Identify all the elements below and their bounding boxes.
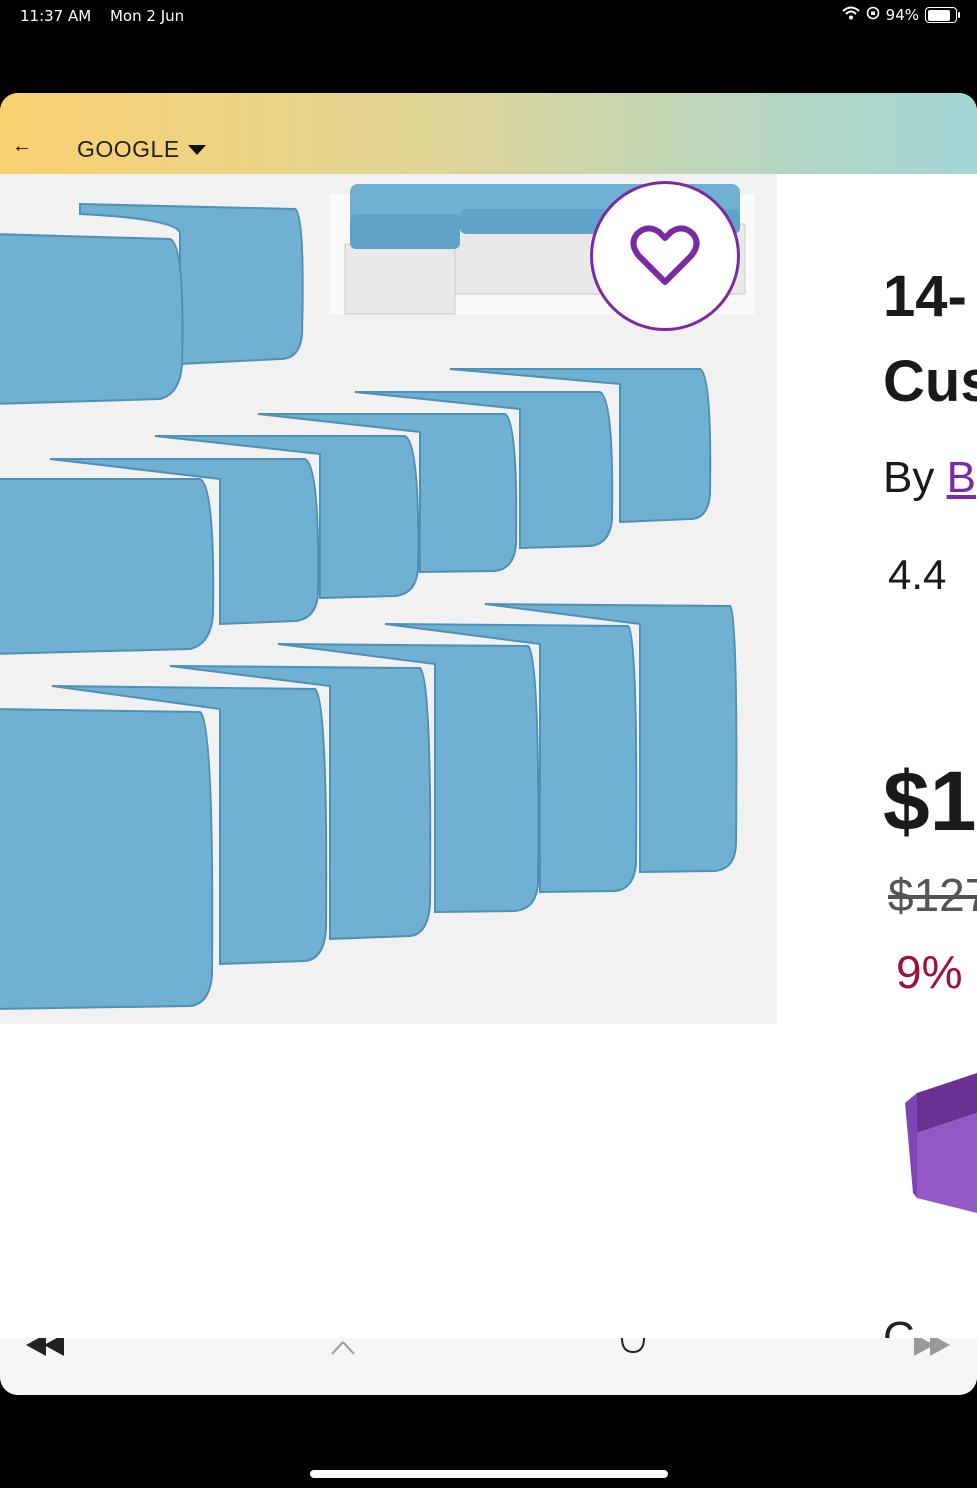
price: $1: [883, 754, 977, 848]
status-indicators: 94%: [841, 6, 960, 24]
app-window: ← GOOGLE 14- Cus By B 4.4 $1 $12 9%: [0, 93, 977, 1395]
brand-link[interactable]: B: [947, 453, 976, 502]
close-icon[interactable]: [330, 1338, 356, 1363]
brand-line: By B: [883, 453, 976, 503]
heart-icon: [630, 225, 700, 285]
status-date: Mon 2 Jun: [109, 7, 185, 25]
status-time: 11:37 AM: [20, 7, 92, 25]
home-indicator: [310, 1470, 668, 1478]
forward-icon[interactable]: [912, 1338, 952, 1363]
back-arrow-icon[interactable]: ←: [12, 135, 32, 158]
discount-badge: 9% (: [896, 946, 977, 998]
battery-percent: 94%: [885, 6, 919, 24]
promo-box-graphic: [905, 1073, 977, 1213]
battery-level: [927, 9, 951, 21]
wifi-icon: [841, 6, 860, 24]
source-selector[interactable]: GOOGLE: [77, 136, 180, 163]
favorite-button[interactable]: [590, 181, 740, 331]
caret-down-icon[interactable]: [188, 145, 206, 155]
orientation-lock-icon: [866, 6, 880, 24]
battery-icon: [925, 7, 960, 23]
status-time-date: 11:37 AM Mon 2 Jun: [20, 7, 198, 25]
by-prefix: By: [883, 453, 935, 502]
rewind-icon[interactable]: [26, 1338, 66, 1363]
original-price: $127: [888, 869, 977, 921]
reload-icon[interactable]: [620, 1338, 646, 1363]
rating-value: 4.4: [888, 551, 947, 598]
bottom-toolbar: [0, 1338, 977, 1395]
status-bar: 11:37 AM Mon 2 Jun 94%: [0, 0, 977, 34]
product-title-line-1: 14-: [883, 264, 967, 329]
browser-bar: ← GOOGLE: [0, 93, 977, 174]
product-title-line-2: Cus: [883, 349, 977, 414]
